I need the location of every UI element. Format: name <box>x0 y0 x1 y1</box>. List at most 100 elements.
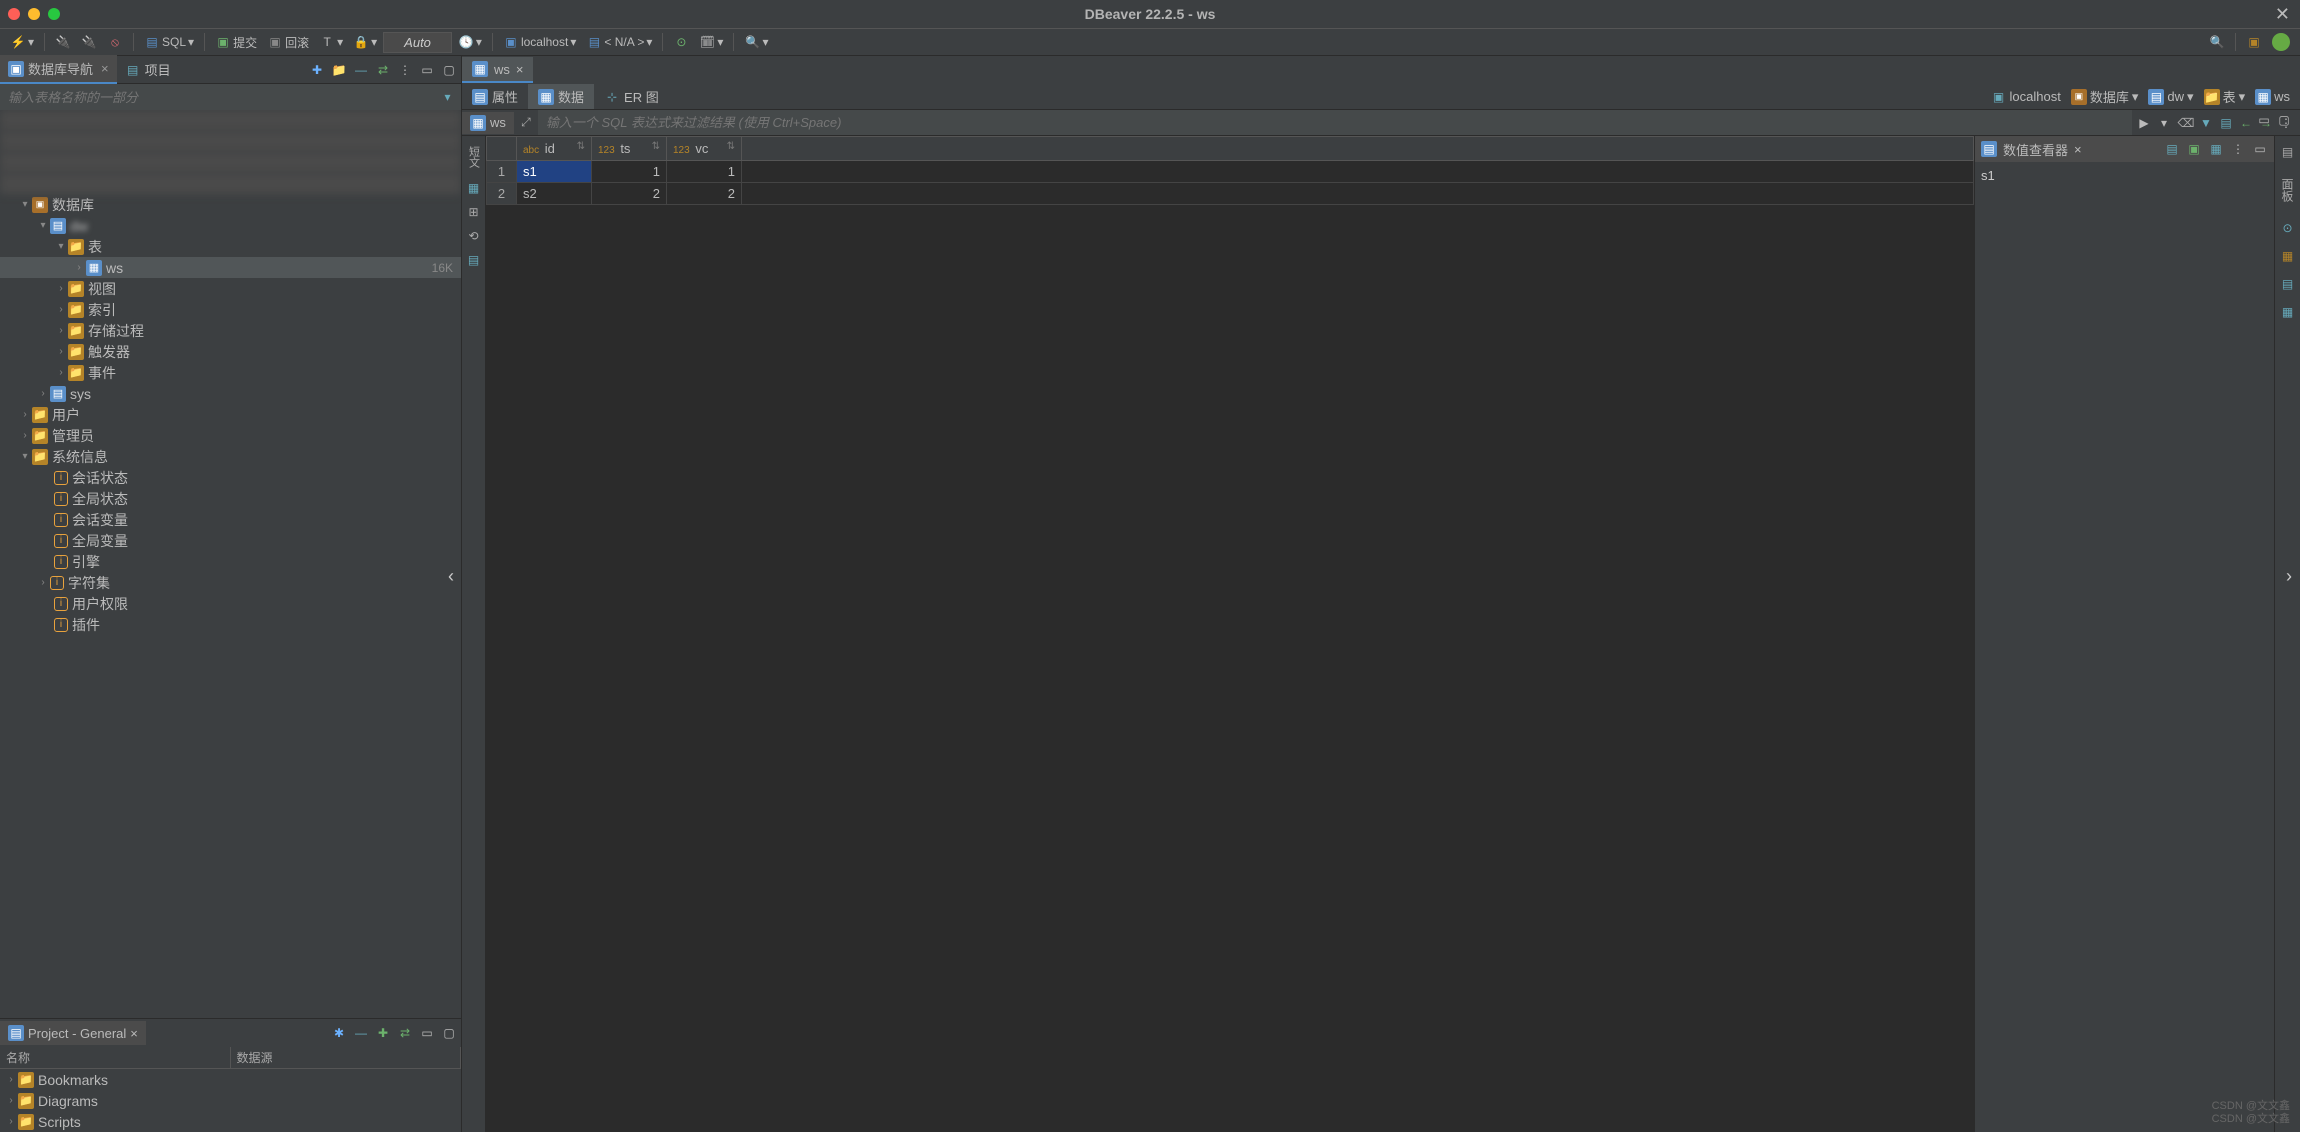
perspective-other-icon[interactable] <box>2268 31 2294 53</box>
new-icon[interactable]: ✚ <box>309 62 325 78</box>
prev-page-icon[interactable]: ← <box>2238 115 2254 131</box>
tree-item-admin[interactable]: ›📁管理员 <box>0 425 461 446</box>
cell-vc[interactable]: 2 <box>667 183 742 205</box>
disconnect-button[interactable]: 🔌 <box>77 32 101 52</box>
collapse-icon[interactable]: — <box>353 62 369 78</box>
splitter-left-icon[interactable]: ‹ <box>448 566 454 587</box>
col-header-id[interactable]: abc id⇅ <box>517 137 592 161</box>
table-row[interactable]: 2 s2 2 2 <box>487 183 1974 205</box>
breadcrumb-dw[interactable]: ▤dw ▾ <box>2144 87 2197 107</box>
tab-project[interactable]: ▤ 项目 <box>117 56 179 83</box>
maximize-window-button[interactable] <box>48 8 60 20</box>
cell-ts[interactable]: 2 <box>592 183 667 205</box>
grid-mode-text-button[interactable]: 短文 <box>466 142 482 172</box>
collapse-icon[interactable]: — <box>353 1025 369 1041</box>
editor-tab-ws[interactable]: ▦ ws × <box>462 57 533 83</box>
table-row[interactable]: 1 s1 1 1 <box>487 161 1974 183</box>
panels-icon[interactable]: ▤ <box>466 252 482 268</box>
custom-filter-icon[interactable]: ▼ <box>2198 115 2214 131</box>
magnifier-icon[interactable]: 🔍 <box>2205 32 2229 52</box>
vp-save-icon[interactable]: ▣ <box>2186 141 2202 157</box>
restore-pane-icon[interactable]: ▢ <box>441 1025 457 1041</box>
project-tab[interactable]: ▤ Project - General × <box>0 1021 146 1045</box>
tree-conn-blur-4[interactable] <box>0 173 461 194</box>
breadcrumb-databases[interactable]: ▣数据库 ▾ <box>2067 85 2143 108</box>
minimize-pane-icon[interactable]: ▭ <box>419 62 435 78</box>
chart-view-icon[interactable]: ⟲ <box>466 228 482 244</box>
tree-item-session-vars[interactable]: i会话变量 <box>0 509 461 530</box>
new-connection-button[interactable]: ⚡▾ <box>6 32 38 52</box>
tree-item-procedures[interactable]: ›📁存储过程 <box>0 320 461 341</box>
save-filter-icon[interactable]: ▤ <box>2218 115 2234 131</box>
breadcrumb-connection[interactable]: ▣localhost <box>1987 87 2065 107</box>
close-tab-icon[interactable]: × <box>516 62 524 77</box>
transaction-button[interactable]: T▾ <box>315 32 347 52</box>
minimize-editor-icon[interactable]: ▭ <box>2256 112 2272 128</box>
settings-icon[interactable]: ✱ <box>331 1025 347 1041</box>
folder-icon[interactable]: 📁 <box>331 62 347 78</box>
tree-item-ws[interactable]: ›▦ws16K <box>0 257 461 278</box>
value-panel-body[interactable]: s1 <box>1975 162 2274 189</box>
invalidate-button[interactable]: ⦸ <box>103 32 127 52</box>
tree-item-databases[interactable]: ▾▣数据库 <box>0 194 461 215</box>
filter-dropdown-icon[interactable]: ▾ <box>2156 115 2172 131</box>
sort-icon[interactable]: ⇅ <box>652 141 660 152</box>
sql-table-badge[interactable]: ▦ws <box>462 112 514 134</box>
commit-mode-combo[interactable]: Auto <box>383 32 452 53</box>
cell-ts[interactable]: 1 <box>592 161 667 183</box>
tree-item-tables[interactable]: ▾📁表 <box>0 236 461 257</box>
minimize-pane-icon[interactable]: ▭ <box>419 1025 435 1041</box>
connect-button[interactable]: 🔌 <box>51 32 75 52</box>
sub-tab-props[interactable]: ▤属性 <box>462 84 528 109</box>
tree-conn-blur-1[interactable] <box>0 110 461 131</box>
calc-toggle-icon[interactable]: ▦ <box>2278 246 2298 266</box>
value-viewer-toggle-icon[interactable]: ⊙ <box>2278 218 2298 238</box>
expand-icon[interactable]: ⤢ <box>518 115 534 131</box>
panels-label[interactable]: 面板 <box>2278 170 2298 210</box>
close-tab-icon[interactable]: × <box>130 1026 138 1041</box>
tree-item-sysinfo[interactable]: ▾📁系统信息 <box>0 446 461 467</box>
tree-item-plugins[interactable]: i插件 <box>0 614 461 635</box>
vp-menu-icon[interactable]: ⋮ <box>2230 141 2246 157</box>
tree-item-events[interactable]: ›📁事件 <box>0 362 461 383</box>
tree-conn-blur-3[interactable] <box>0 152 461 173</box>
maximize-editor-icon[interactable]: ▢ <box>2276 112 2292 128</box>
breadcrumb-ws[interactable]: ▦ws <box>2251 87 2294 107</box>
sql-editor-button[interactable]: ▤SQL ▾ <box>140 32 198 52</box>
restore-pane-icon[interactable]: ▢ <box>441 62 457 78</box>
nav-filter-input[interactable] <box>0 86 434 109</box>
filter-icon[interactable]: ▾ <box>440 89 455 105</box>
tree-item-charsets[interactable]: ›i字符集 <box>0 572 461 593</box>
col-header-vc[interactable]: 123 vc⇅ <box>667 137 742 161</box>
vp-text-icon[interactable]: ▤ <box>2164 141 2180 157</box>
vp-refresh-icon[interactable]: ▦ <box>2208 141 2224 157</box>
calendar-button[interactable]: 🗓▾ <box>695 32 727 52</box>
history-button[interactable]: 🕓▾ <box>454 32 486 52</box>
tree-item-engines[interactable]: i引擎 <box>0 551 461 572</box>
search-icon[interactable]: 🔍▾ <box>740 32 772 52</box>
connection-combo[interactable]: ▣localhost ▾ <box>499 32 580 52</box>
data-grid[interactable]: abc id⇅ 123 ts⇅ 123 vc⇅ 1 s1 1 1 <box>486 136 1974 1132</box>
close-window-button[interactable] <box>8 8 20 20</box>
breadcrumb-tables[interactable]: 📁表 ▾ <box>2200 85 2250 108</box>
tree-item-sys[interactable]: ›▤sys <box>0 383 461 404</box>
tree-item-global-status[interactable]: i全局状态 <box>0 488 461 509</box>
rownum-cell[interactable]: 2 <box>487 183 517 205</box>
schema-combo[interactable]: ▤< N/A > ▾ <box>582 32 656 52</box>
tree-item-views[interactable]: ›📁视图 <box>0 278 461 299</box>
tree-item-user-privs[interactable]: i用户权限 <box>0 593 461 614</box>
menu-icon[interactable]: ⋮ <box>397 62 413 78</box>
minimize-window-button[interactable] <box>28 8 40 20</box>
panels-toggle-icon[interactable]: ▤ <box>2278 142 2298 162</box>
sql-filter-input[interactable] <box>538 110 2132 135</box>
close-panel-icon[interactable]: × <box>2074 142 2082 157</box>
sub-tab-data[interactable]: ▦数据 <box>528 84 594 109</box>
tree-conn-blur-2[interactable] <box>0 131 461 152</box>
col-name[interactable]: 名称 <box>0 1047 231 1068</box>
rownum-header[interactable] <box>487 137 517 161</box>
cell-vc[interactable]: 1 <box>667 161 742 183</box>
vp-minimize-icon[interactable]: ▭ <box>2252 141 2268 157</box>
sub-tab-er[interactable]: ⊹ER 图 <box>594 84 669 109</box>
sort-icon[interactable]: ⇅ <box>577 141 585 152</box>
apply-filter-icon[interactable]: ▶ <box>2136 115 2152 131</box>
